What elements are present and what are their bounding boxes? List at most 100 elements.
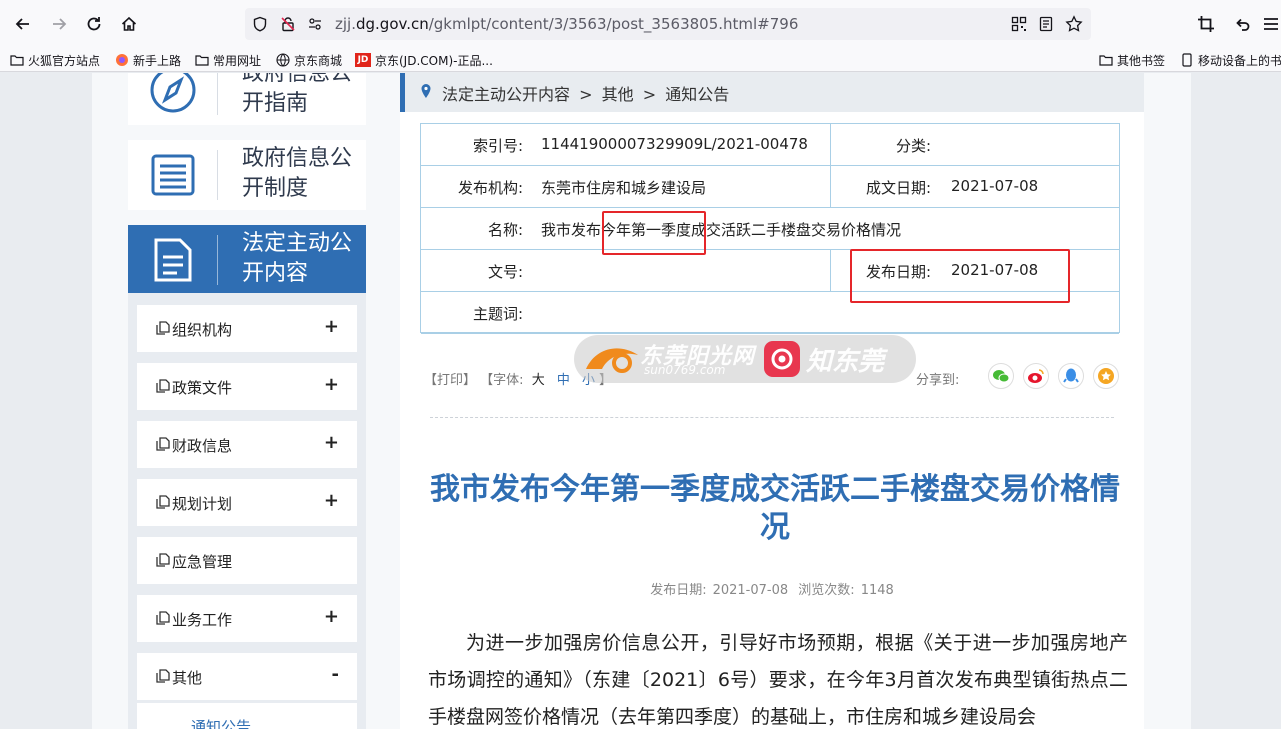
- home-icon: [121, 16, 137, 31]
- bookmark-jd-com[interactable]: JD 京东(JD.COM)-正品...: [355, 51, 493, 69]
- expand-toggle[interactable]: +: [324, 490, 339, 511]
- breadcrumb-link-other[interactable]: 其他: [602, 85, 634, 104]
- breadcrumb-link-statutory[interactable]: 法定主动公开内容: [442, 85, 570, 104]
- menu-item-planning[interactable]: 规划计划 +: [137, 479, 357, 526]
- shield-icon[interactable]: [250, 14, 270, 34]
- panel-statutory-content[interactable]: 法定主动公开内容: [128, 225, 366, 295]
- share-wechat-button[interactable]: [988, 363, 1014, 389]
- bookmark-folder-mobile[interactable]: 移动设备上的书签: [1180, 51, 1281, 69]
- back-button[interactable]: [8, 9, 38, 39]
- hamburger-menu-icon: [1263, 18, 1278, 30]
- wechat-icon: [993, 370, 1010, 383]
- globe-icon: [276, 53, 290, 67]
- panel-label: 政府信息公开指南: [242, 73, 353, 116]
- menu-item-organization[interactable]: 组织机构 +: [137, 305, 357, 352]
- menu-item-emergency[interactable]: 应急管理: [137, 537, 357, 584]
- category-menu: 组织机构 + 政策文件 + 财政信息 + 规划计划 + 应急管理 业务工作 + …: [128, 293, 366, 729]
- reload-icon: [87, 17, 101, 31]
- index-label: 索引号:: [472, 137, 523, 155]
- menu-item-other[interactable]: 其他 -: [137, 653, 357, 700]
- created-date-label: 成文日期:: [865, 179, 931, 197]
- font-size-medium[interactable]: 中: [557, 373, 570, 388]
- category-label: 分类:: [895, 137, 931, 155]
- address-bar[interactable]: zjj.dg.gov.cn/gkmlpt/content/3/3563/post…: [245, 8, 1091, 40]
- article-meta: 发布日期: 2021-07-08 浏览次数: 1148: [400, 579, 1144, 598]
- qr-code-icon[interactable]: [1009, 14, 1029, 34]
- meta-date-value: 2021-07-08: [712, 583, 789, 598]
- info-row-index: 索引号: 11441900007329909L/2021-00478 分类:: [421, 124, 1119, 166]
- crop-icon: [1198, 16, 1214, 32]
- copy-icon: [156, 379, 170, 393]
- info-row-publisher: 发布机构: 东莞市住房和城乡建设局 成文日期: 2021-07-08: [421, 166, 1119, 208]
- menu-item-policy[interactable]: 政策文件 +: [137, 363, 357, 410]
- bookmark-folder-common[interactable]: 常用网址: [195, 51, 261, 69]
- content-wrapper: 政府信息公开指南 政府信息公开制度 法定主动公开内容 组织机构 + 政策文件 +…: [92, 73, 1191, 729]
- bookmark-folder-other[interactable]: 其他书签: [1099, 51, 1165, 69]
- insecure-lock-icon[interactable]: [278, 14, 298, 34]
- site-permissions-icon[interactable]: [305, 14, 325, 34]
- doc-number-label: 文号:: [487, 263, 523, 281]
- expand-toggle[interactable]: +: [324, 606, 339, 627]
- font-size-large[interactable]: 大: [532, 373, 545, 388]
- panel-disclosure-guide[interactable]: 政府信息公开指南: [128, 73, 366, 125]
- url-text[interactable]: zjj.dg.gov.cn/gkmlpt/content/3/3563/post…: [335, 15, 798, 33]
- breadcrumb-link-notices[interactable]: 通知公告: [665, 85, 729, 104]
- index-value: 11441900007329909L/2021-00478: [541, 135, 808, 153]
- document-info-table: 索引号: 11441900007329909L/2021-00478 分类: 发…: [420, 123, 1120, 334]
- publisher-value: 东莞市住房和城乡建设局: [541, 179, 707, 197]
- reader-view-icon[interactable]: [1036, 14, 1056, 34]
- meta-views-label: 浏览次数:: [798, 583, 855, 598]
- main-content: 法定主动公开内容 > 其他 > 通知公告 索引号: 11441900007329…: [400, 73, 1144, 729]
- copy-icon: [156, 495, 170, 509]
- share-favorite-button[interactable]: [1093, 363, 1119, 389]
- folder-icon: [1099, 53, 1113, 67]
- menu-item-business[interactable]: 业务工作 +: [137, 595, 357, 642]
- share-qq-button[interactable]: [1058, 363, 1084, 389]
- qq-penguin-icon: [1063, 368, 1079, 383]
- bookmark-folder-firefox[interactable]: 火狐官方站点: [10, 51, 100, 69]
- bookmark-getting-started[interactable]: 新手上路: [115, 51, 181, 69]
- divider-line: [430, 417, 1114, 418]
- jd-logo-icon: JD: [355, 53, 371, 67]
- firefox-logo-icon: [115, 53, 129, 67]
- expand-toggle[interactable]: +: [324, 316, 339, 337]
- article-body: 为进一步加强房价信息公开，引导好市场预期，根据《关于进一步加强房地产市场调控的通…: [428, 632, 1128, 728]
- breadcrumb: 法定主动公开内容 > 其他 > 通知公告: [400, 73, 1144, 112]
- screenshot-button[interactable]: [1191, 9, 1221, 39]
- copy-icon: [156, 553, 170, 567]
- submenu-item-notices[interactable]: 通知公告: [191, 716, 251, 729]
- expand-toggle[interactable]: +: [324, 432, 339, 453]
- app-menu-button[interactable]: [1260, 9, 1281, 39]
- undo-button[interactable]: [1227, 9, 1257, 39]
- panel-disclosure-system[interactable]: 政府信息公开制度: [128, 140, 366, 210]
- name-value: 我市发布今年第一季度成交活跃二手楼盘交易价格情况: [541, 221, 902, 239]
- meta-views-value: 1148: [860, 583, 894, 598]
- arrow-left-icon: [15, 18, 29, 30]
- star-icon: [1098, 368, 1114, 384]
- copy-icon: [156, 321, 170, 335]
- compass-icon: [148, 73, 198, 115]
- menu-item-finance[interactable]: 财政信息 +: [137, 421, 357, 468]
- panel-label: 政府信息公开制度: [242, 146, 353, 201]
- bookmarks-toolbar: 火狐官方站点 新手上路 常用网址 京东商城 JD 京东(JD.COM)-正品..…: [0, 48, 1281, 72]
- watermark-overlay: 东莞阳光网 sun0769.com 知东莞: [574, 335, 916, 383]
- highlight-box-publish-date: [850, 249, 1070, 303]
- list-icon: [148, 150, 198, 200]
- share-weibo-button[interactable]: [1023, 363, 1049, 389]
- collapse-toggle[interactable]: -: [332, 664, 339, 685]
- forward-button[interactable]: [44, 9, 74, 39]
- eye-logo-icon: [764, 341, 800, 377]
- home-button[interactable]: [114, 9, 144, 39]
- breadcrumb-separator: >: [642, 85, 657, 104]
- bookmark-jd-mall[interactable]: 京东商城: [276, 51, 342, 69]
- panel-divider: [217, 73, 218, 115]
- sun-logo-icon: [586, 348, 638, 373]
- copy-icon: [156, 669, 170, 683]
- bookmark-star-icon[interactable]: [1064, 14, 1084, 34]
- expand-toggle[interactable]: +: [324, 374, 339, 395]
- print-link[interactable]: 【打印】: [424, 373, 476, 388]
- info-row-name: 名称: 我市发布今年第一季度成交活跃二手楼盘交易价格情况: [421, 208, 1119, 250]
- folder-icon: [10, 53, 24, 67]
- document-icon: [148, 235, 198, 285]
- reload-button[interactable]: [79, 9, 109, 39]
